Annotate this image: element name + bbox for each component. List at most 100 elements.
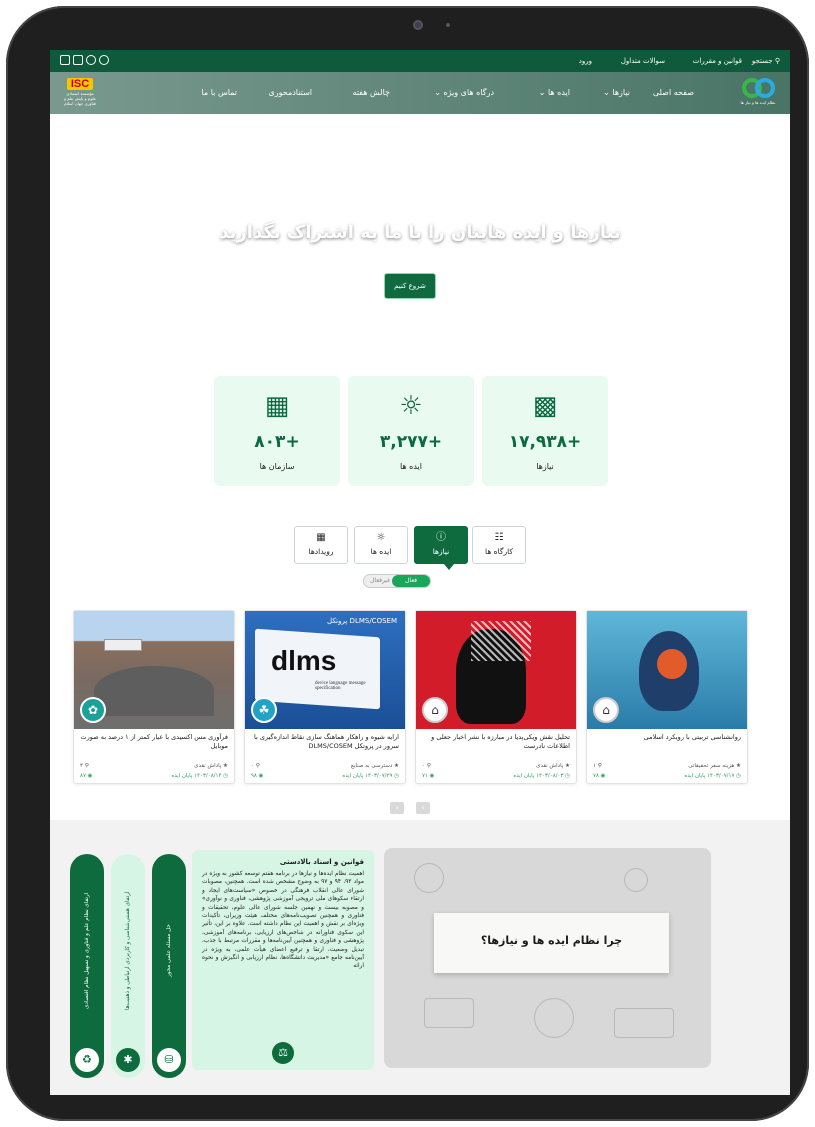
why-panel[interactable]: چرا نظام ایده ها و نیازها؟ (384, 848, 711, 1068)
deadline-text: ◷ ۱۴۰۳/۰۸/۰۳ پایان ایده (513, 773, 570, 779)
org-logo: ⌂ (593, 697, 619, 723)
coins-icon: ⛁ (157, 1048, 181, 1072)
laptop-graphic (579, 422, 790, 482)
pill-label: حل مسئله علمی محور (166, 924, 172, 978)
image-banner: پروتکل DLMS/COSEM (327, 617, 397, 625)
image-sub: device language message specification (315, 681, 366, 691)
recycle-icon: ♻ (75, 1048, 99, 1072)
laws-panel: قوانین و اسناد بالادستی اهمیت نظام ایده‌… (192, 850, 374, 1070)
stat-label: سازمان ها (259, 462, 295, 471)
card-meta-2: ◷ ۱۴۰۳/۰۸/۱۴ پایان ایده ◉ ۸۷ (80, 773, 228, 779)
active-tab-pointer (444, 564, 454, 570)
card-title: تحلیل نقش ویکی‌پدیا در مبارزه با نشر اخب… (431, 733, 570, 750)
org-logo: ⌂ (422, 697, 448, 723)
nav-needs[interactable]: نیازها ⌄ (603, 88, 630, 97)
reward-text: ★ هزینه سفر تحقیقاتی (688, 763, 741, 769)
puzzle-icon: ▩ (532, 391, 558, 421)
bulb-icon: ☼ (376, 532, 386, 543)
tab-ideas[interactable]: ☼ ایده ها (354, 526, 408, 564)
card-meta-2: ◷ ۱۴۰۳/۰۷/۲۹ پایان ایده ◉ ۹۸ (251, 773, 399, 779)
workshop-icon: ☷ (494, 532, 504, 543)
prev-arrow-button[interactable]: ‹ (390, 802, 404, 814)
need-card[interactable]: ⌂ تحلیل نقش ویکی‌پدیا در مبارزه با نشر ا… (415, 610, 577, 784)
stat-ideas: ☼ +۳,۲۷۷ ایده ها (348, 376, 474, 486)
rules-link[interactable]: قوانین و مقررات (693, 57, 742, 65)
telegram-icon[interactable] (99, 55, 109, 65)
nav-ideas[interactable]: ایده ها ⌄ (539, 88, 570, 97)
network-icon: ✱ (116, 1048, 140, 1072)
building-icon: ▦ (264, 391, 290, 421)
social-icons (60, 55, 109, 65)
tab-events[interactable]: ▦ رویدادها (294, 526, 348, 564)
tablet-graphic (179, 157, 361, 347)
nav-home[interactable]: صفحه اصلی (653, 88, 694, 97)
tablet-frame: ⚲ جستجو قوانین و مقررات سوالات متداول ور… (6, 6, 809, 1121)
tab-label: ایده ها (370, 547, 392, 556)
screen: ⚲ جستجو قوانین و مقررات سوالات متداول ور… (50, 50, 790, 1095)
toggle-off[interactable]: غیرفعال (370, 575, 390, 587)
isc-logo[interactable]: ISC مؤسسه استنادی علوم و پایش علم و فناو… (62, 78, 98, 108)
logo-ring-right (755, 78, 775, 98)
doodle-circle (414, 863, 444, 893)
card-meta-2: ◷ ۱۴۰۳/۰۸/۰۳ پایان ایده ◉ ۷۱ (422, 773, 570, 779)
need-card[interactable]: ✿ فرآوری مس اکسیدی با عیار کمتر از ۱ درص… (73, 610, 235, 784)
toggle-on[interactable]: فعال (392, 575, 430, 587)
card-title: ارایه شیوه و راهکار هماهنگ سازی نقاط اند… (254, 733, 399, 750)
tab-label: رویدادها (308, 547, 334, 556)
question-icon: ⓘ (436, 532, 446, 543)
image-word: dlms (271, 645, 337, 676)
feature-pill[interactable]: ارتقای هستی‌شناسی و کاربردی ارتباطی و ذه… (111, 854, 145, 1078)
tab-label: نیازها (432, 547, 450, 556)
reward-text: ★ پاداش نقدی (194, 763, 228, 769)
instagram-icon[interactable] (60, 55, 70, 65)
reward-text: ★ پاداش نقدی (536, 763, 570, 769)
stat-needs: ▩ +۱۷,۹۳۸ نیازها (482, 376, 608, 486)
need-card[interactable]: پروتکل DLMS/COSEM dlms device language m… (244, 610, 406, 784)
tab-needs[interactable]: ⓘ نیازها (414, 526, 468, 564)
isc-mark: ISC (67, 78, 93, 90)
faq-link[interactable]: سوالات متداول (621, 57, 665, 65)
deadline-text: ◷ ۱۴۰۳/۰۷/۲۹ پایان ایده (342, 773, 399, 779)
card-meta: ★ دسترسی به صنایع ⚲ ۰ (251, 763, 399, 769)
card-meta: ★ پاداش نقدی ⚲ ۴ (80, 763, 228, 769)
view-count: ◉ ۷۱ (422, 773, 435, 779)
active-toggle[interactable]: فعال غیرفعال (363, 574, 431, 588)
pin-count: ⚲ ۴ (80, 763, 89, 769)
doodle-circle (624, 868, 648, 892)
deadline-text: ◷ ۱۴۰۳/۰۸/۱۴ پایان ایده (171, 773, 228, 779)
deadline-text: ◷ ۱۴۰۳/۰۷/۱۷ پایان ایده (684, 773, 741, 779)
need-card[interactable]: ⌂ روانشناسی تربیتی با رویکرد اسلامی ★ هز… (586, 610, 748, 784)
isc-caption: مؤسسه استنادی علوم و پایش علم و فناوری ج… (63, 91, 97, 106)
next-arrow-button[interactable]: › (416, 802, 430, 814)
tab-label: کارگاه ها (485, 547, 513, 556)
login-link[interactable]: ورود (579, 57, 592, 65)
card-meta: ★ پاداش نقدی ⚲ ۰ (422, 763, 570, 769)
feature-pill[interactable]: حل مسئله علمی محور ⛁ (152, 854, 186, 1078)
search-link[interactable]: ⚲ جستجو (752, 57, 780, 65)
stat-label: نیازها (536, 462, 554, 471)
nav-special-portals[interactable]: درگاه های ویژه ⌄ (434, 88, 494, 97)
linkedin-icon[interactable] (73, 55, 83, 65)
site-logo[interactable]: نظام ایده ها و نیاز ها (738, 78, 778, 108)
org-logo: ☘ (251, 697, 277, 723)
laws-body: اهمیت نظام ایده‌ها و نیازها در برنامه هف… (202, 871, 364, 970)
feature-pill[interactable]: ارتقای نظام علم و فناوری و تسهیل نظام اق… (70, 854, 104, 1078)
start-button[interactable]: شروع کنیم (384, 273, 436, 299)
nav-contact[interactable]: تماس با ما (201, 88, 237, 97)
twitter-icon[interactable] (86, 55, 96, 65)
scale-icon[interactable]: ⚖ (272, 1042, 294, 1064)
view-count: ◉ ۷۸ (593, 773, 606, 779)
laws-title: قوانین و اسناد بالادستی (279, 858, 364, 866)
pill-label: ارتقای هستی‌شناسی و کاربردی ارتباطی و ذه… (125, 891, 131, 1011)
stat-label: ایده ها (399, 462, 423, 471)
view-count: ◉ ۹۸ (251, 773, 264, 779)
tab-workshops[interactable]: ☷ کارگاه ها (472, 526, 526, 564)
pin-count: ⚲ ۱ (593, 763, 602, 769)
card-title: فرآوری مس اکسیدی با عیار کمتر از ۱ درصد … (80, 733, 228, 750)
camera-icon (413, 20, 423, 30)
card-meta-2: ◷ ۱۴۰۳/۰۷/۱۷ پایان ایده ◉ ۷۸ (593, 773, 741, 779)
nav-citation[interactable]: استنادمحوری (269, 88, 312, 97)
nav-weekly-challenge[interactable]: چالش هفته (352, 88, 390, 97)
stat-organizations: ▦ +۸۰۳ سازمان ها (214, 376, 340, 486)
stat-value: +۸۰۳ (254, 432, 300, 452)
